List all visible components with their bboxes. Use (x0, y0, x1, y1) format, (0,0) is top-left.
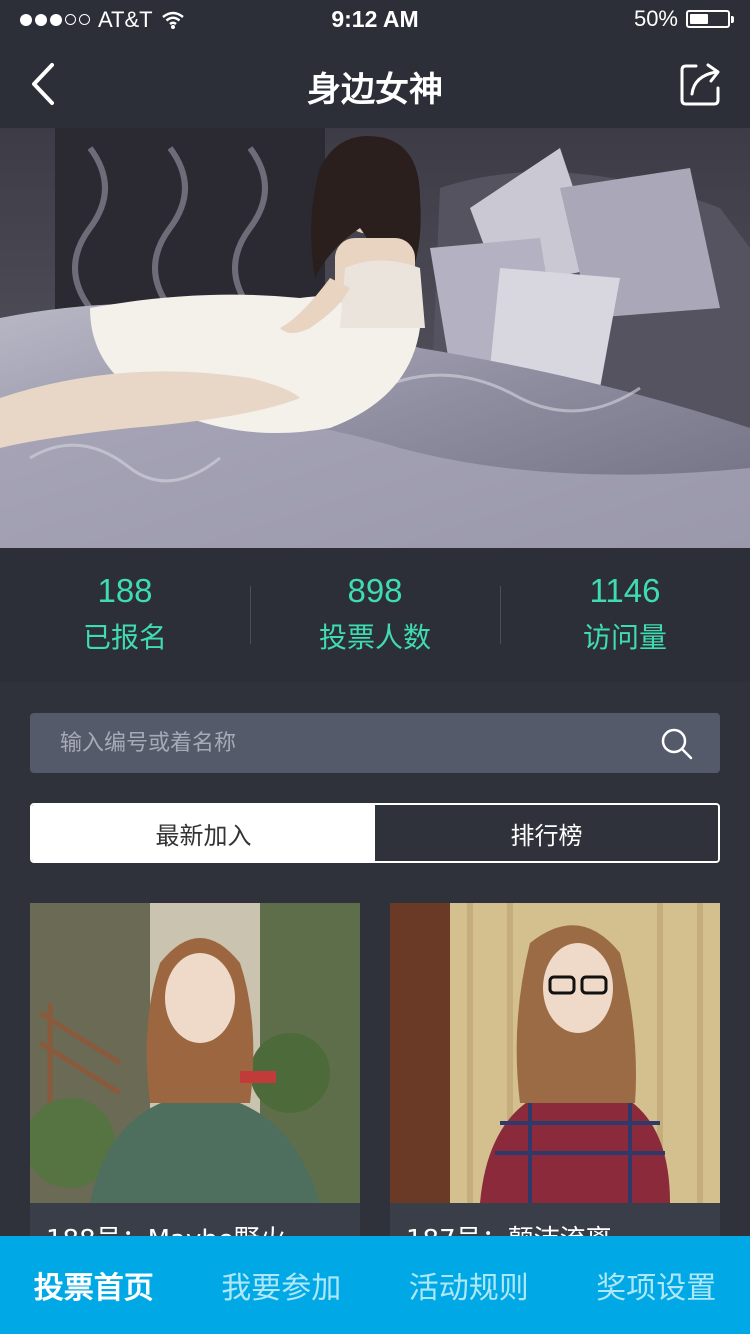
stat-label: 已报名 (82, 621, 167, 654)
stat-label: 投票人数 (318, 621, 431, 654)
divider (500, 586, 501, 644)
tab-latest[interactable]: 最新加入 (32, 805, 375, 861)
stat-value: 1146 (589, 572, 661, 609)
search-input[interactable] (30, 713, 650, 773)
divider (250, 586, 251, 644)
stats-panel: 188 已报名 898 投票人数 1146 访问量 (0, 548, 750, 682)
stat-value: 188 (97, 572, 153, 609)
stat-visits: 1146 访问量 (500, 548, 750, 682)
share-icon (680, 63, 720, 106)
stat-voters: 898 投票人数 (250, 548, 500, 682)
tabbar-item-prizes[interactable]: 奖项设置 (563, 1263, 750, 1307)
tabbar-item-rules[interactable]: 活动规则 (375, 1263, 563, 1307)
contestant-photo (30, 903, 360, 1203)
battery-icon (686, 10, 734, 28)
bottom-tab-bar: 投票首页 我要参加 活动规则 奖项设置 (0, 1236, 750, 1334)
tab-ranking[interactable]: 排行榜 (375, 805, 718, 861)
search-bar (30, 713, 720, 773)
status-right: 50% (633, 6, 734, 32)
status-bar: AT&T 9:12 AM 50% (0, 0, 750, 40)
tabbar-item-join[interactable]: 我要参加 (188, 1263, 376, 1307)
stat-registered: 188 已报名 (0, 548, 250, 682)
page-title: 身边女神 (307, 70, 443, 110)
hero-banner-image (0, 128, 750, 548)
tabbar-item-vote-home[interactable]: 投票首页 (0, 1263, 188, 1307)
share-button[interactable] (676, 60, 726, 110)
battery-percent: 50% (633, 6, 678, 31)
stat-label: 访问量 (582, 621, 667, 654)
nav-bar: 身边女神 (0, 40, 750, 128)
search-icon[interactable] (660, 727, 694, 761)
contestant-card[interactable]: 188号：Maybe野火 (30, 903, 360, 1263)
segment-tabs: 最新加入 排行榜 (30, 803, 720, 863)
contestant-photo (390, 903, 720, 1203)
contestant-card[interactable]: 187号：颠沛流离 (390, 903, 720, 1263)
stat-value: 898 (347, 572, 403, 609)
banner-photo-illustration (0, 128, 750, 548)
